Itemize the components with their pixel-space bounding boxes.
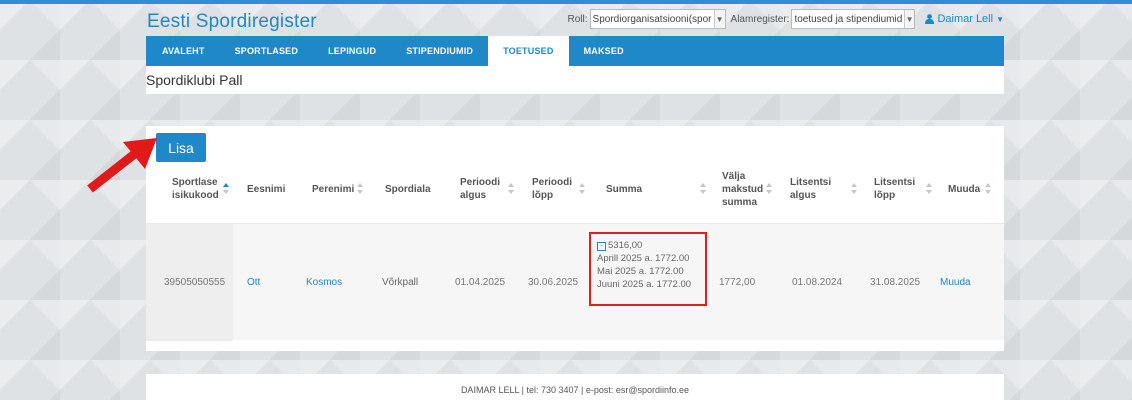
- col-lit-algus-line2: algus: [790, 190, 817, 201]
- collapse-minus-icon[interactable]: -: [597, 242, 606, 251]
- col-algus-line1: Perioodi: [460, 177, 501, 188]
- red-arrow-annotation: [87, 138, 157, 193]
- cell-algus: 01.04.2025: [455, 277, 506, 288]
- add-button[interactable]: Lisa: [156, 133, 206, 162]
- col-lopp-line2: lõpp: [532, 190, 554, 201]
- col-perioodi-algus[interactable]: Perioodi algus: [460, 164, 500, 214]
- footer: DAIMAR LELL | tel: 730 3407 | e-post: es…: [146, 374, 1004, 400]
- col-muuda[interactable]: Muuda: [948, 164, 980, 214]
- col-isikukood[interactable]: Sportlase isikukood: [172, 164, 219, 214]
- cell-spordiala: Võrkpall: [382, 277, 419, 288]
- col-lit-lopp-line1: Litsentsi: [874, 177, 916, 188]
- col-valja-line2: makstud: [722, 183, 764, 195]
- table-row: 39505050555 Ott Kosmos Võrkpall 01.04.20…: [146, 223, 1004, 341]
- col-eesnimi[interactable]: Eesnimi: [247, 164, 285, 214]
- col-isikukood-line2: isikukood: [172, 190, 219, 201]
- col-valja-line1: Välja: [722, 170, 746, 182]
- col-perenimi[interactable]: Perenimi: [312, 164, 354, 214]
- col-isikukood-line1: Sportlase: [172, 177, 218, 188]
- cell-valja-makstud: 1772,00: [719, 277, 756, 288]
- col-valja-makstud[interactable]: Välja makstud summa: [722, 164, 763, 214]
- col-perioodi-lopp[interactable]: Perioodi lõpp: [532, 164, 572, 214]
- cell-lit-algus: 01.08.2024: [792, 277, 843, 288]
- col-algus-line2: algus: [460, 190, 487, 201]
- cell-lopp: 30.06.2025: [528, 277, 579, 288]
- sort-icon[interactable]: [508, 181, 515, 197]
- grants-card: Lisa Sportlase isikukood Eesnimi Perenimi…: [146, 126, 1004, 351]
- cell-eesnimi-link[interactable]: Ott: [247, 224, 260, 341]
- col-summa[interactable]: Summa: [606, 164, 642, 214]
- col-lit-lopp-line2: lõpp: [874, 190, 896, 201]
- summa-total: 5316,00: [608, 240, 643, 251]
- summa-line: Mai 2025 a. 1772.00: [597, 266, 684, 277]
- col-lit-algus-line1: Litsentsi: [790, 177, 832, 188]
- col-spordiala[interactable]: Spordiala: [385, 164, 431, 214]
- sort-icon[interactable]: [851, 181, 858, 197]
- summa-line: Juuni 2025 a. 1772.00: [597, 279, 692, 290]
- content-column: Lisa Sportlase isikukood Eesnimi Perenimi…: [146, 0, 1004, 400]
- col-litsentsi-lopp[interactable]: Litsentsi lõpp: [874, 164, 915, 214]
- summa-total-line: -5316,00: [597, 239, 705, 252]
- sort-icon[interactable]: [357, 181, 364, 197]
- sort-asc-icon[interactable]: [223, 181, 230, 197]
- muuda-link[interactable]: Muuda: [940, 224, 971, 341]
- sort-icon[interactable]: [579, 181, 586, 197]
- col-litsentsi-algus[interactable]: Litsentsi algus: [790, 164, 831, 214]
- cell-isikukood: 39505050555: [164, 277, 226, 288]
- cell-perenimi-link[interactable]: Kosmos: [306, 224, 342, 341]
- col-valja-line3: summa: [722, 196, 758, 208]
- col-lopp-line1: Perioodi: [532, 177, 573, 188]
- sort-icon[interactable]: [700, 181, 707, 197]
- sort-icon[interactable]: [985, 181, 992, 197]
- summa-line: Aprill 2025 a. 1772.00: [597, 253, 690, 264]
- summa-highlight-box: -5316,00 Aprill 2025 a. 1772.00 Mai 2025…: [589, 232, 707, 306]
- table-header: Sportlase isikukood Eesnimi Perenimi Spor…: [146, 164, 1004, 214]
- sort-icon[interactable]: [926, 181, 933, 197]
- cell-lit-lopp: 31.08.2025: [870, 277, 921, 288]
- sort-icon[interactable]: [766, 181, 773, 197]
